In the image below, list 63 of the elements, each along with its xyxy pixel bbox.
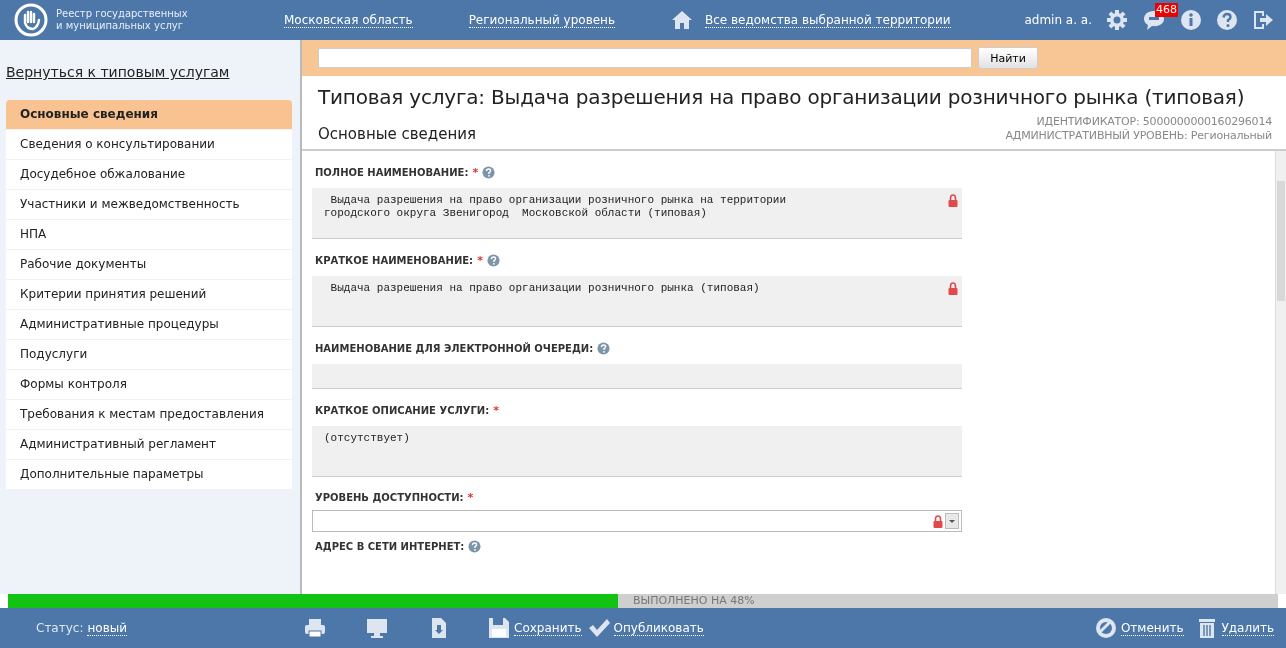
user-name[interactable]: admin a. a. [1024, 13, 1092, 27]
required-mark: * [467, 491, 474, 504]
home-icon[interactable] [671, 9, 693, 31]
text-area[interactable]: (отсутствует) [312, 426, 962, 476]
field-label: АДРЕС В СЕТИ ИНТЕРНЕТ: [315, 541, 465, 552]
sidebar-item[interactable]: Требования к местам предоставления [6, 400, 292, 429]
field-label: КРАТКОЕ ОПИСАНИЕ УСЛУГИ: [315, 405, 490, 416]
cancel-link[interactable]: Отменить [1120, 620, 1184, 636]
publish-link[interactable]: Опубликовать [613, 620, 704, 636]
search-field[interactable] [318, 48, 972, 68]
sidebar-item[interactable]: Досудебное обжалование [6, 160, 292, 189]
admin-level-text: АДМИНИСТРАТИВНЫЙ УРОВЕНЬ: Региональный [1005, 129, 1272, 143]
sidebar-item[interactable]: Подуслуги [6, 340, 292, 369]
sidebar-item[interactable]: Рабочие документы [6, 250, 292, 279]
dropdown-field[interactable] [312, 510, 962, 532]
text-area[interactable]: Выдача разрешения на право организации розничного рынка на территории городского округа Звенигород Московской области (типовая) [312, 188, 962, 238]
input-field[interactable] [312, 364, 962, 388]
breadcrumb-link[interactable]: Региональный уровень [468, 12, 615, 28]
help-icon[interactable] [486, 254, 500, 267]
help-icon[interactable] [597, 342, 611, 355]
required-mark: * [472, 166, 479, 179]
info-icon[interactable] [1180, 9, 1202, 31]
sidebar-item[interactable]: Административный регламент [6, 430, 292, 459]
identifier-text: ИДЕНТИФИКАТОР: 5000000000160296014 [1035, 115, 1272, 129]
breadcrumb-link[interactable]: Все ведомства выбранной территории [705, 12, 951, 28]
scrollbar[interactable] [1275, 151, 1286, 594]
sidebar-item[interactable]: Сведения о консультировании [6, 130, 292, 159]
logo-icon [14, 3, 48, 37]
status-label: Статус: [36, 620, 84, 636]
search-button[interactable]: Найти [978, 47, 1038, 69]
help-icon[interactable] [482, 166, 496, 179]
breadcrumb-link[interactable]: Московская область [284, 12, 413, 28]
caret-icon[interactable] [945, 513, 959, 529]
status-link[interactable]: новый [87, 620, 127, 636]
sidebar-item[interactable]: НПА [6, 220, 292, 249]
sidebar-item[interactable]: Дополнительные параметры [6, 460, 292, 489]
sidebar-item[interactable]: Основные сведения [6, 100, 292, 129]
save-link[interactable]: Сохранить [514, 620, 582, 636]
back-link[interactable]: Вернуться к типовым услугам [6, 40, 292, 100]
page-title: Типовая услуга: Выдача разрешения на право организации розничного рынка (типовая) [318, 85, 1246, 109]
monitor-icon[interactable] [366, 617, 388, 639]
field-label: ПОЛНОЕ НАИМЕНОВАНИЕ: [315, 167, 469, 178]
help-icon[interactable] [1216, 9, 1238, 31]
field-label: НАИМЕНОВАНИЕ ДЛЯ ЭЛЕКТРОННОЙ ОЧЕРЕДИ: [315, 343, 594, 354]
required-mark: * [477, 254, 483, 267]
field-label: КРАТКОЕ НАИМЕНОВАНИЕ: [315, 255, 474, 266]
sidebar-item[interactable]: Формы контроля [6, 370, 292, 399]
sidebar-item[interactable]: Участники и межведомственность [6, 190, 292, 219]
logo-text: Реестр государственных и муниципальных услуг [56, 8, 189, 32]
section-title: Основные сведения [318, 125, 477, 143]
print-icon[interactable] [304, 617, 326, 639]
field-label: УРОВЕНЬ ДОСТУПНОСТИ: [315, 492, 464, 503]
check-icon[interactable] [587, 617, 610, 639]
cancel-icon[interactable] [1094, 617, 1117, 639]
sidebar-item[interactable]: Критерии принятия решений [6, 280, 292, 309]
notification-badge: 468 [1155, 3, 1178, 17]
progress-text: ВЫПОЛНЕНО НА 48% [632, 594, 755, 608]
required-mark: * [493, 404, 499, 417]
help-icon[interactable] [468, 540, 482, 553]
delete-link[interactable]: Удалить [1221, 620, 1274, 636]
sidebar-item[interactable]: Административные процедуры [6, 310, 292, 339]
logout-icon[interactable] [1252, 9, 1274, 31]
text-area[interactable]: Выдача разрешения на право организации розничного рынка (типовая) [312, 276, 962, 326]
